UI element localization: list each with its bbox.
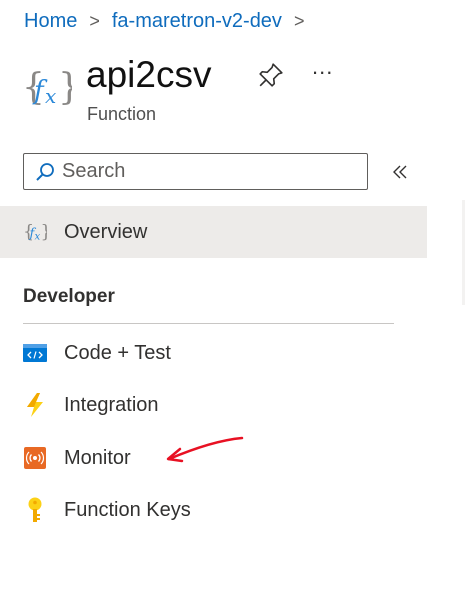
sidebar-item-label: Monitor bbox=[64, 446, 131, 469]
more-options-button[interactable]: ... bbox=[312, 56, 338, 86]
sidebar-item-label: Overview bbox=[64, 220, 148, 243]
monitor-icon bbox=[23, 446, 47, 470]
pin-icon[interactable] bbox=[258, 62, 284, 88]
sidebar-item-label: Function Keys bbox=[64, 498, 191, 521]
sidebar-item-code-test[interactable]: Code + Test bbox=[0, 327, 427, 379]
page-title: api2csv bbox=[86, 54, 212, 95]
code-icon bbox=[23, 341, 47, 365]
annotation-arrow bbox=[166, 436, 244, 463]
breadcrumb-function-app-link[interactable]: fa-maretron-v2-dev bbox=[112, 10, 282, 33]
page-header: { f x } api2csv Function ... bbox=[22, 54, 442, 136]
svg-text:}: } bbox=[41, 223, 47, 243]
svg-text:x: x bbox=[45, 84, 56, 108]
breadcrumb-separator: > bbox=[293, 10, 305, 31]
function-icon: { f x } bbox=[23, 220, 47, 244]
sidebar-item-function-keys[interactable]: Function Keys bbox=[0, 484, 427, 536]
section-header-developer: Developer bbox=[23, 286, 115, 307]
collapse-menu-icon[interactable] bbox=[389, 160, 413, 184]
lightning-icon bbox=[23, 393, 47, 417]
divider bbox=[23, 323, 394, 324]
sidebar-item-label: Code + Test bbox=[64, 341, 171, 364]
breadcrumb: Home > fa-maretron-v2-dev > bbox=[24, 8, 316, 34]
function-icon: { f x } bbox=[22, 67, 72, 108]
sidebar-item-integration[interactable]: Integration bbox=[0, 379, 427, 431]
key-icon bbox=[23, 497, 47, 522]
search-box[interactable] bbox=[23, 153, 368, 190]
sidebar-item-overview[interactable]: { f x } Overview bbox=[0, 206, 427, 258]
sidebar-item-label: Integration bbox=[64, 393, 159, 416]
svg-text:}: } bbox=[58, 67, 72, 108]
page-subtitle: Function bbox=[87, 104, 157, 124]
breadcrumb-home-link[interactable]: Home bbox=[24, 10, 77, 33]
breadcrumb-separator: > bbox=[89, 10, 100, 31]
search-input[interactable] bbox=[62, 160, 352, 183]
search-icon bbox=[34, 161, 56, 183]
